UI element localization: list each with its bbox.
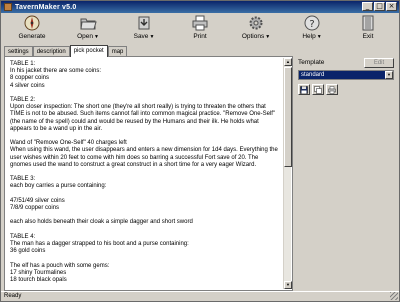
text-line: Wand of "Remove One-Self" 40 charges lef… (10, 140, 127, 147)
exit-door-icon (359, 14, 377, 32)
minimize-button[interactable]: _ (362, 2, 373, 11)
options-label: Options (241, 33, 265, 40)
app-icon (4, 3, 12, 11)
text-line: TABLE 3: (10, 176, 36, 183)
text-line: 47/51/49 silver coins (10, 197, 65, 204)
generate-button[interactable]: Generate (7, 13, 57, 43)
chevron-down-icon: ▼ (265, 33, 271, 40)
help-label: Help (302, 33, 316, 40)
open-folder-icon (79, 14, 97, 32)
chevron-down-icon: ▼ (316, 33, 322, 40)
text-line (10, 90, 280, 97)
gear-icon (247, 14, 265, 32)
copy-template-button[interactable] (312, 84, 324, 95)
text-line: 17 shiny Tourmalines (10, 269, 67, 276)
text-line (10, 255, 280, 262)
print-template-button[interactable] (326, 84, 338, 95)
title-bar: TavernMaker v5.0 _ □ × (1, 1, 399, 13)
text-line (10, 227, 280, 234)
edit-template-button[interactable]: Edit (364, 58, 394, 68)
status-bar: Ready (1, 291, 399, 301)
text-line (10, 169, 280, 176)
help-button[interactable]: ? Help ▼ (287, 13, 337, 43)
window-title: TavernMaker v5.0 (15, 3, 77, 11)
text-line: When using this wand, the user disappear… (10, 147, 280, 168)
compass-icon (23, 14, 41, 32)
print-label: Print (193, 33, 207, 40)
template-label: Template (298, 59, 325, 66)
text-line: each boy carries a purse containing: (10, 183, 107, 190)
chevron-down-icon: ▼ (149, 33, 155, 40)
chevron-down-icon: ▼ (93, 33, 99, 40)
chevron-down-icon[interactable]: ▼ (385, 71, 393, 79)
save-label: Save (133, 33, 149, 40)
template-select-value: standard (301, 72, 325, 78)
text-line: TABLE 1: (10, 61, 36, 67)
text-line: TABLE 2: (10, 97, 36, 104)
printer-icon (191, 14, 209, 32)
printer-icon (328, 85, 336, 94)
toolbar: Generate Open ▼ Save ▼ Print Options ▼ ?… (1, 13, 399, 43)
template-select[interactable]: standard ▼ (298, 70, 394, 80)
exit-button[interactable]: Exit (343, 13, 393, 43)
text-line: each also holds beneath their cloak a si… (10, 219, 193, 226)
text-line (10, 191, 280, 198)
resize-grip[interactable] (390, 292, 398, 300)
help-icon: ? (303, 14, 321, 32)
scroll-up-icon[interactable]: ▲ (284, 58, 292, 66)
exit-label: Exit (362, 33, 374, 40)
text-line (10, 212, 280, 219)
scroll-down-icon[interactable]: ▼ (284, 281, 292, 289)
text-line: 4 silver coins (10, 82, 45, 89)
pick-pocket-text[interactable]: TABLE 1: In his jacket there are some coi… (7, 59, 283, 290)
text-line: Upon closer inspection: The short one (t… (10, 104, 277, 132)
text-line: 8 copper coins (10, 75, 50, 82)
generate-label: Generate (18, 33, 46, 40)
template-actions (298, 84, 338, 95)
text-line: In his jacket there are some coins: (10, 68, 102, 75)
vertical-scrollbar[interactable]: ▲ ▼ (283, 58, 292, 289)
close-button[interactable]: × (386, 2, 397, 11)
save-arrow-icon (135, 14, 153, 32)
pick-pocket-panel: TABLE 1: In his jacket there are some coi… (4, 56, 293, 291)
text-line: TABLE 4: (10, 233, 36, 240)
options-button[interactable]: Options ▼ (231, 13, 281, 43)
text-line: The man has a dagger strapped to his boo… (10, 241, 189, 248)
text-line: 36 gold coins (10, 248, 46, 255)
window-controls: _ □ × (362, 2, 397, 11)
text-line: The elf has a pouch with some gems: (10, 262, 110, 269)
open-label: Open (77, 33, 93, 40)
text-line (10, 133, 280, 140)
save-template-button[interactable] (298, 84, 310, 95)
text-line: 18 tourch black opals (10, 277, 67, 284)
scroll-thumb[interactable] (284, 67, 292, 167)
status-text: Ready (4, 293, 22, 299)
maximize-button[interactable]: □ (374, 2, 385, 11)
print-button[interactable]: Print (175, 13, 225, 43)
save-button[interactable]: Save ▼ (119, 13, 169, 43)
open-button[interactable]: Open ▼ (63, 13, 113, 43)
text-line: 7/8/9 copper coins (10, 205, 60, 212)
svg-text:?: ? (309, 19, 314, 30)
floppy-disk-icon (300, 85, 308, 94)
tab-pick-pocket[interactable]: pick pocket (69, 45, 108, 57)
main-window: TavernMaker v5.0 _ □ × Generate Open ▼ Sa… (0, 0, 400, 302)
copy-icon (314, 85, 322, 94)
